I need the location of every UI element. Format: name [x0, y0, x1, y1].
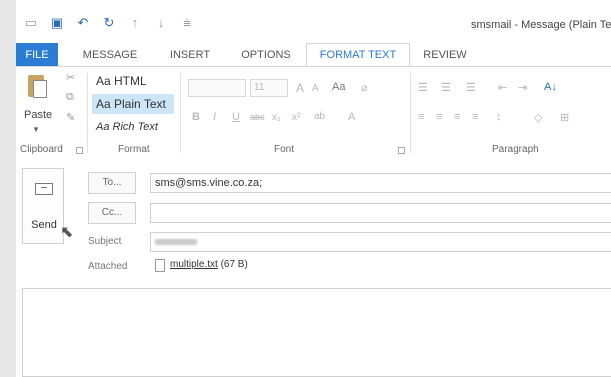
highlight-button[interactable]: ab: [314, 111, 325, 122]
to-field[interactable]: sms@sms.vine.co.za;: [150, 173, 611, 193]
cc-field[interactable]: [150, 203, 611, 223]
title-bar: ▭ ▣ ↶ ↻ ↑ ↓ ⩧ smsmail - Message (Plain T…: [16, 0, 611, 40]
decrease-indent-icon[interactable]: ⇤: [498, 81, 507, 94]
format-rich-text-option[interactable]: Aa Rich Text: [92, 117, 174, 137]
group-divider: [180, 73, 181, 153]
increase-indent-icon[interactable]: ⇥: [518, 81, 527, 94]
sort-button[interactable]: A↓: [544, 81, 557, 93]
multilevel-list-icon[interactable]: ☰: [466, 81, 476, 94]
to-button[interactable]: To...: [88, 172, 136, 194]
attachment-item[interactable]: multiple.txt (67 B): [170, 259, 248, 270]
subject-field[interactable]: [150, 232, 611, 252]
justify-icon[interactable]: ≡: [472, 111, 478, 123]
shading-icon[interactable]: ◇: [534, 111, 542, 124]
window-menu-icon[interactable]: ▭: [24, 16, 38, 30]
strikethrough-button[interactable]: abc: [250, 112, 265, 122]
italic-button[interactable]: I: [213, 111, 216, 123]
send-button[interactable]: Send: [22, 168, 64, 244]
change-case-button[interactable]: Aa: [332, 81, 345, 93]
cut-icon[interactable]: ✂: [66, 71, 75, 84]
tab-review[interactable]: REVIEW: [418, 43, 472, 67]
attachment-name[interactable]: multiple.txt: [170, 259, 218, 270]
underline-button[interactable]: U: [232, 111, 240, 123]
format-painter-icon[interactable]: ✎: [66, 111, 75, 124]
outlook-message-window: ▭ ▣ ↶ ↻ ↑ ↓ ⩧ smsmail - Message (Plain T…: [16, 0, 611, 377]
redo-icon[interactable]: ↻: [102, 16, 116, 30]
font-name-box[interactable]: [188, 79, 246, 97]
mouse-cursor-icon: ⬉: [60, 224, 74, 241]
line-spacing-icon[interactable]: ↕: [496, 111, 502, 123]
format-group-label: Format: [118, 144, 150, 155]
window-title: smsmail - Message (Plain Text): [471, 19, 611, 31]
ribbon: Paste ▼ ✂ ⧉ ✎ Clipboard Aa HTML Aa Plain…: [16, 66, 611, 160]
subscript-button[interactable]: x₂: [272, 112, 281, 123]
align-center-icon[interactable]: ≡: [436, 111, 442, 123]
send-label: Send: [31, 219, 57, 231]
group-divider: [410, 73, 411, 153]
borders-icon[interactable]: ⊞: [560, 111, 569, 124]
paste-button[interactable]: Paste ▼: [22, 69, 62, 139]
format-plain-text-option[interactable]: Aa Plain Text: [92, 94, 174, 114]
down-arrow-icon[interactable]: ↓: [154, 16, 168, 30]
group-divider: [87, 73, 88, 153]
font-group-label: Font: [274, 144, 295, 155]
attachment-file-icon: [155, 259, 165, 272]
paste-label: Paste: [24, 109, 53, 121]
tab-message[interactable]: MESSAGE: [76, 43, 144, 67]
font-size-box[interactable]: 11: [250, 79, 288, 97]
tab-insert[interactable]: INSERT: [162, 43, 218, 67]
attachment-size: (67 B): [220, 259, 248, 270]
copy-icon[interactable]: ⧉: [66, 91, 74, 104]
tab-format-text[interactable]: FORMAT TEXT: [306, 43, 410, 67]
font-launcher-icon[interactable]: [398, 147, 405, 154]
numbering-icon[interactable]: ☰: [441, 81, 451, 94]
font-color-button[interactable]: A: [348, 111, 355, 123]
quick-access-toolbar: ▭ ▣ ↶ ↻ ↑ ↓ ⩧: [24, 14, 194, 32]
superscript-button[interactable]: x²: [292, 112, 300, 123]
format-html-option[interactable]: Aa HTML: [92, 71, 174, 91]
clear-format-icon[interactable]: ⌀: [361, 81, 368, 94]
tab-file[interactable]: FILE: [16, 43, 58, 67]
undo-icon[interactable]: ↶: [76, 16, 90, 30]
tab-options[interactable]: OPTIONS: [234, 43, 298, 67]
subject-label: Subject: [88, 236, 122, 247]
up-arrow-icon[interactable]: ↑: [128, 16, 142, 30]
attached-label: Attached: [88, 261, 128, 272]
message-body[interactable]: [22, 288, 611, 377]
subject-redacted: [155, 239, 197, 246]
save-icon[interactable]: ▣: [50, 16, 64, 30]
grow-font-button[interactable]: A: [296, 81, 304, 95]
message-header: Send ⬉ To... sms@sms.vine.co.za; Cc... S…: [16, 158, 611, 288]
bold-button[interactable]: B: [192, 111, 200, 123]
send-envelope-icon: [35, 183, 53, 195]
clipboard-launcher-icon[interactable]: [76, 147, 83, 154]
customize-qat-icon[interactable]: ⩧: [180, 16, 194, 30]
align-right-icon[interactable]: ≡: [454, 111, 460, 123]
paste-dropdown-icon[interactable]: ▼: [32, 125, 40, 134]
ribbon-tabs: FILE MESSAGE INSERT OPTIONS FORMAT TEXT …: [16, 43, 611, 67]
shrink-font-button[interactable]: A: [312, 83, 319, 94]
paragraph-group-label: Paragraph: [492, 144, 539, 155]
paste-paper-icon: [33, 80, 47, 98]
clipboard-group-label: Clipboard: [20, 144, 63, 155]
align-left-icon[interactable]: ≡: [418, 111, 424, 123]
bullets-icon[interactable]: ☰: [418, 81, 428, 94]
cc-button[interactable]: Cc...: [88, 202, 136, 224]
